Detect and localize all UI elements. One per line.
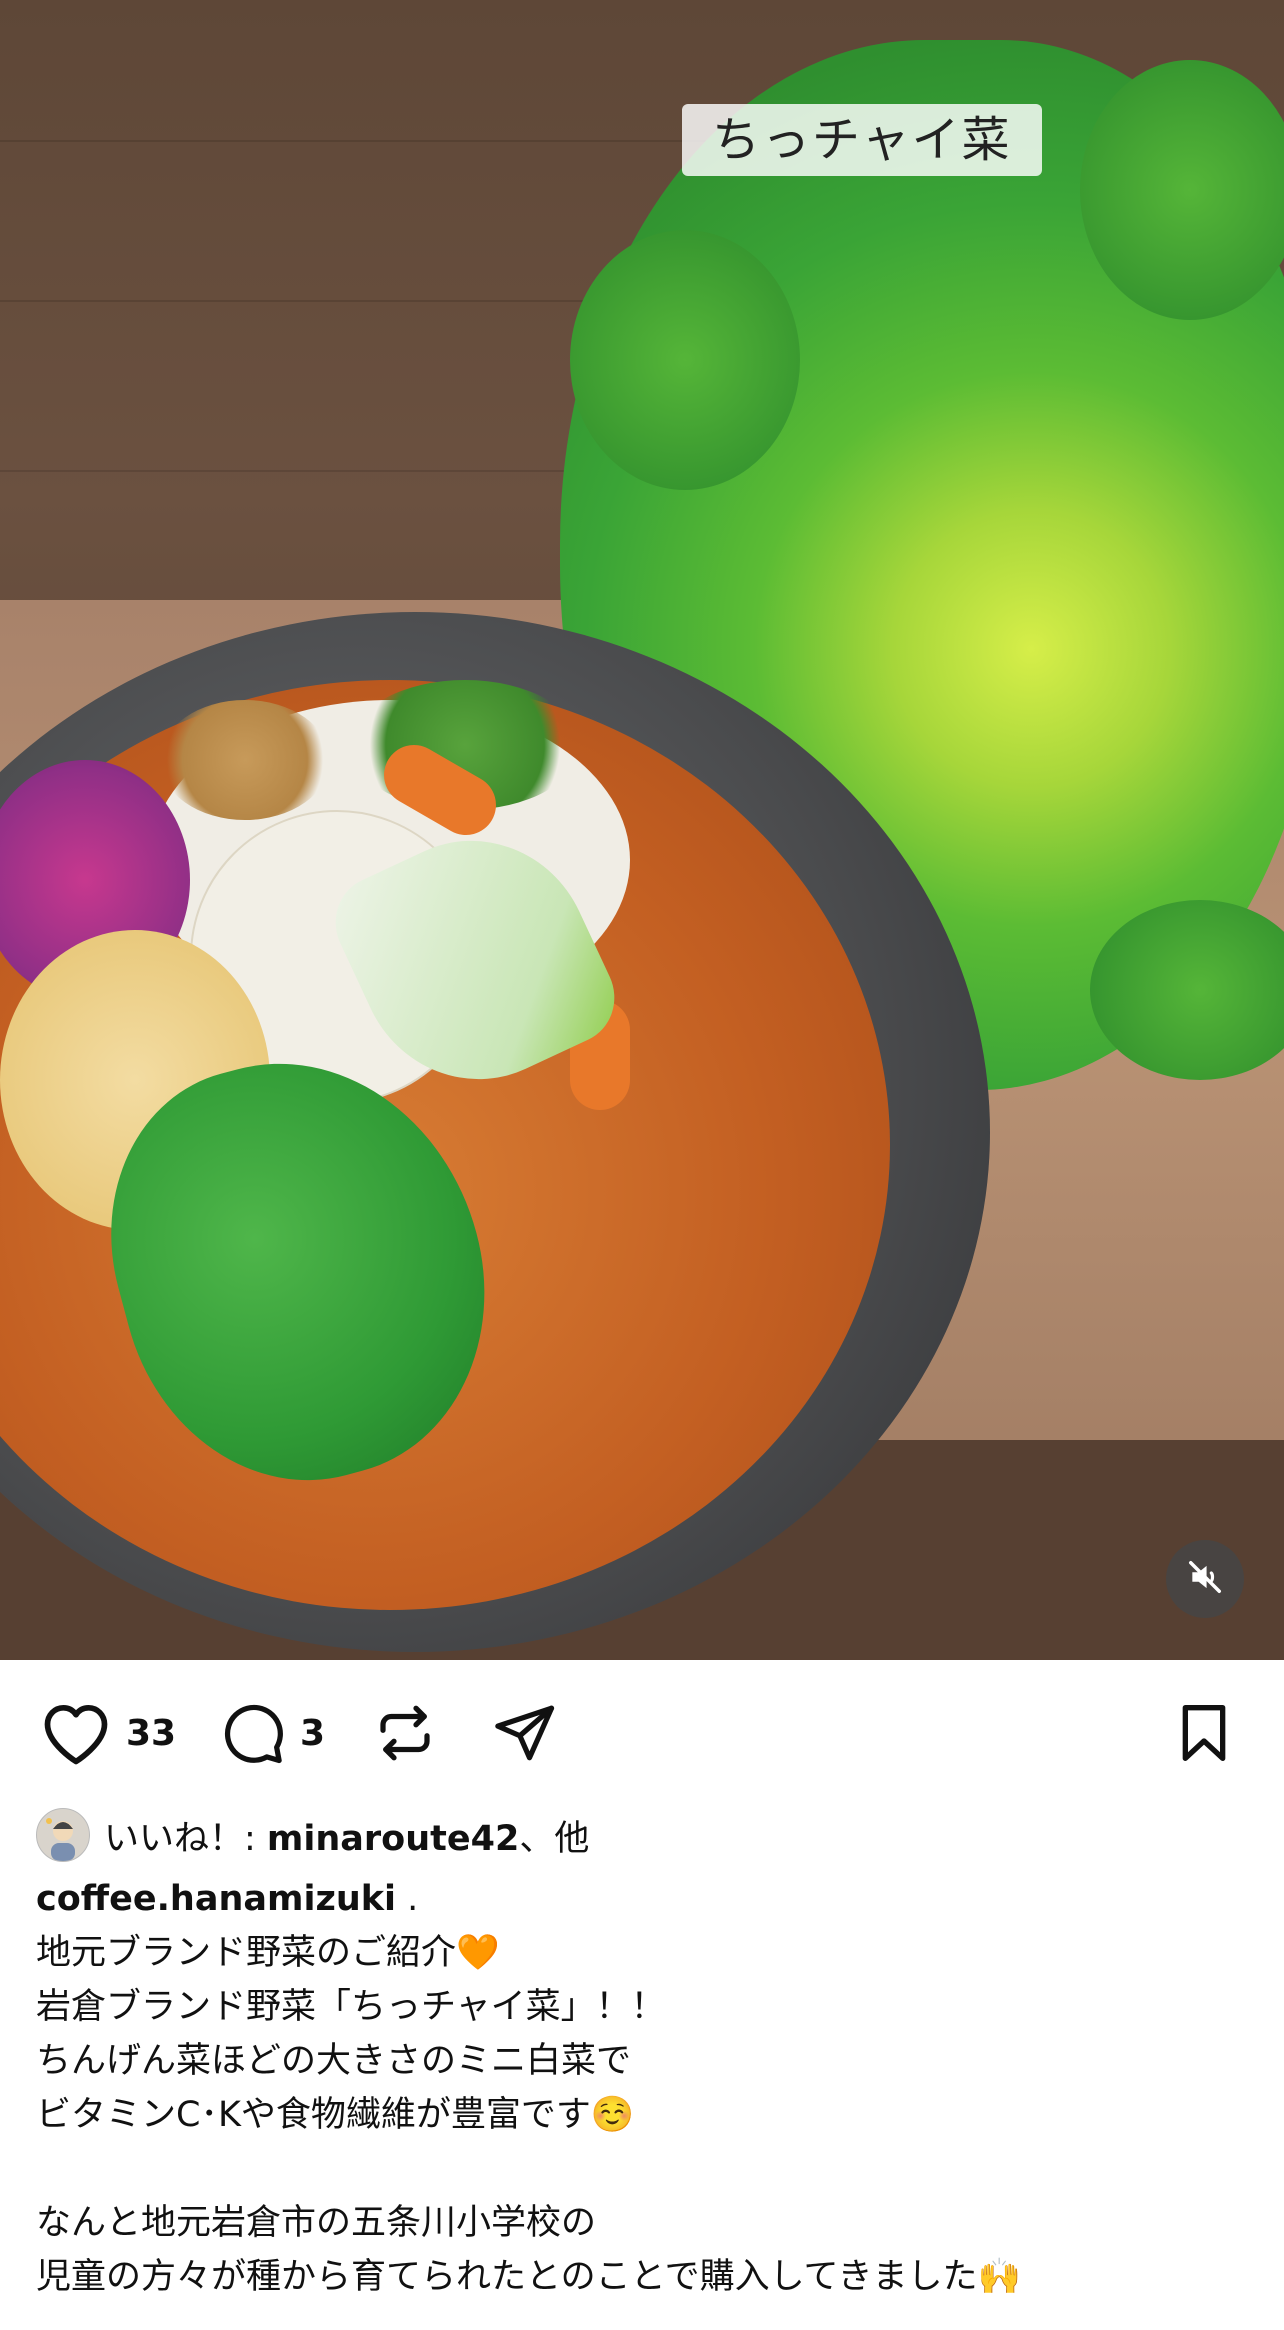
save-button[interactable] [1172,1700,1236,1766]
avatar[interactable] [36,1808,90,1862]
caption-line: 児童の方々が種から育てられたとのことで購入してきました🙌 [36,2257,1022,2297]
action-bar: 33 3 [0,1660,1284,1800]
caption-line: なんと地元岩倉市の五条川小学校の [36,2203,597,2243]
like-button[interactable]: 33 [40,1700,176,1766]
heart-icon [40,1700,112,1766]
liked-by-prefix: いいね！: [104,1818,267,1859]
comment-button[interactable]: 3 [220,1700,325,1766]
caption-line: ビタミンC･Kや食物繊維が豊富です☺️ [36,2095,635,2135]
cabbage-leaf [570,230,800,490]
speaker-muted-icon [1186,1558,1224,1600]
liked-by-user[interactable]: minaroute42 [267,1819,519,1859]
comment-count: 3 [300,1712,326,1754]
share-button[interactable] [490,1700,558,1766]
cabbage-leaf [1080,60,1284,320]
caption-line: 地元ブランド野菜のご紹介🧡 [36,1933,500,1973]
caption-username[interactable]: coffee.hanamizuki [36,1879,396,1919]
comment-bubble-icon [220,1700,286,1766]
caption-header: coffee.hanamizuki . [36,1872,1256,1926]
caption-line: ちんげん菜ほどの大きさのミニ白菜で [36,2041,632,2081]
send-paper-plane-icon [490,1700,558,1766]
mute-button[interactable] [1166,1540,1244,1618]
caption-line [36,2142,1256,2196]
repost-button[interactable] [372,1700,438,1766]
caption-line: 岩倉ブランド野菜「ちっチャイ菜」！！ [36,1987,666,2027]
liked-by-row[interactable]: いいね！: minaroute42、他 [36,1808,589,1862]
caption-username-suffix: . [396,1879,419,1919]
fried-onion [160,700,330,820]
post-photo[interactable]: ちっチャイ菜 [0,0,1284,1660]
liked-by-text: いいね！: minaroute42、他 [104,1810,589,1861]
caption: coffee.hanamizuki . 地元ブランド野菜のご紹介🧡 岩倉ブランド… [36,1872,1256,2304]
liked-by-suffix: 、他 [519,1818,590,1859]
bookmark-icon [1172,1700,1236,1766]
repost-icon [372,1700,438,1766]
photo-overlay-label: ちっチャイ菜 [682,104,1042,176]
like-count: 33 [126,1712,177,1754]
